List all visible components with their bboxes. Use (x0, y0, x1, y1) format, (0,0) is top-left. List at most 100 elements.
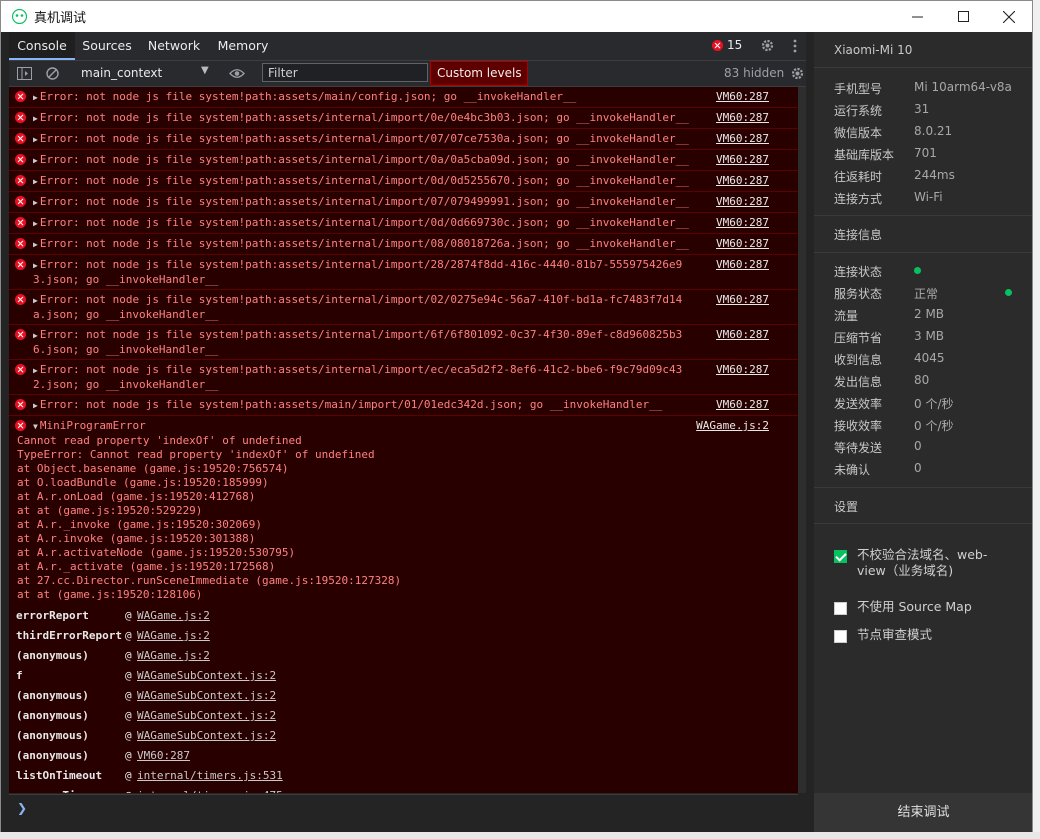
tab-console[interactable]: Console (9, 32, 75, 60)
tab-sources[interactable]: Sources (75, 32, 139, 60)
expand-triangle-icon[interactable]: ▶ (33, 93, 38, 102)
error-icon (15, 364, 26, 375)
error-source-link[interactable]: VM60:287 (716, 363, 769, 377)
expand-triangle-icon[interactable]: ▶ (33, 135, 38, 144)
error-row[interactable]: ▶ Error: not node js file system!path:ass… (9, 325, 798, 360)
error-source-link[interactable]: VM60:287 (716, 398, 769, 412)
console-output: ▶ Error: not node js file system!path:ass… (9, 87, 798, 793)
call-stack-link[interactable]: internal/timers.js:475 (137, 786, 283, 793)
error-source-link[interactable]: VM60:287 (716, 90, 769, 104)
call-stack-row: listOnTimeout @ internal/timers.js:531 (9, 766, 798, 786)
call-stack-row: f @ WAGameSubContext.js:2 (9, 666, 798, 686)
more-options-icon[interactable] (793, 39, 797, 53)
close-icon[interactable] (986, 1, 1032, 32)
console-prompt[interactable]: ❯ (9, 794, 798, 829)
error-message: ▶ Error: not node js file system!path:ass… (33, 328, 693, 357)
error-source-link[interactable]: VM60:287 (716, 258, 769, 272)
function-name: processTimers (16, 786, 102, 793)
console-scrollbar[interactable] (798, 87, 806, 793)
call-stack-link[interactable]: WAGameSubContext.js:2 (137, 706, 276, 726)
error-row[interactable]: ▶ Error: not node js file system!path:ass… (9, 360, 798, 395)
error-source-link[interactable]: VM60:287 (716, 132, 769, 146)
expand-triangle-icon[interactable]: ▶ (33, 156, 38, 165)
expand-triangle-icon[interactable]: ▶ (33, 114, 38, 123)
call-stack-row: processTimers @ internal/timers.js:475 (9, 786, 798, 793)
error-row[interactable]: ▶ Error: not node js file system!path:ass… (9, 192, 798, 213)
error-source-link[interactable]: WAGame.js:2 (696, 419, 769, 433)
error-row[interactable]: ▶ Error: not node js file system!path:ass… (9, 171, 798, 192)
call-stack-link[interactable]: WAGame.js:2 (137, 606, 210, 626)
error-row[interactable]: ▶ Error: not node js file system!path:ass… (9, 129, 798, 150)
error-count-badge[interactable]: 15 (712, 38, 742, 52)
stack-line: at A.r.onLoad (game.js:19520:412768) (17, 490, 256, 503)
stack-line: at 27.cc.Director.runSceneImmediate (gam… (17, 574, 402, 587)
call-stack-link[interactable]: WAGameSubContext.js:2 (137, 686, 276, 706)
service-status-dot (1005, 289, 1012, 296)
error-source-link[interactable]: VM60:287 (716, 195, 769, 209)
info-value: 0 (914, 461, 922, 475)
setting-checkbox[interactable] (834, 550, 847, 563)
error-row[interactable]: ▶ Error: not node js file system!path:ass… (9, 395, 798, 416)
error-row[interactable]: ▶ Error: not node js file system!path:ass… (9, 234, 798, 255)
call-stack-link[interactable]: WAGame.js:2 (137, 626, 210, 646)
call-stack-link[interactable]: VM60:287 (137, 746, 190, 766)
expand-triangle-icon[interactable]: ▶ (33, 198, 38, 207)
setting-label[interactable]: 不使用 Source Map (857, 599, 1007, 615)
console-settings-gear-icon[interactable] (790, 66, 805, 81)
error-row[interactable]: ▶ Error: not node js file system!path:ass… (9, 87, 798, 108)
error-message: ▶ Error: not node js file system!path:ass… (33, 398, 693, 413)
error-row[interactable]: ▶ Error: not node js file system!path:ass… (9, 290, 798, 325)
expand-triangle-icon[interactable]: ▶ (33, 219, 38, 228)
eye-icon[interactable] (229, 68, 245, 79)
info-row: 运行系统 31 (834, 102, 1024, 120)
error-source-link[interactable]: VM60:287 (716, 237, 769, 251)
call-stack-link[interactable]: WAGameSubContext.js:2 (137, 666, 276, 686)
setting-label[interactable]: 节点审查模式 (857, 627, 1007, 643)
expand-triangle-icon[interactable]: ▶ (33, 261, 38, 270)
error-row[interactable]: ▶ Error: not node js file system!path:ass… (9, 150, 798, 171)
error-source-link[interactable]: VM60:287 (716, 216, 769, 230)
error-source-link[interactable]: VM60:287 (716, 153, 769, 167)
error-count: 15 (727, 38, 743, 52)
minimize-icon[interactable] (894, 1, 940, 32)
error-source-link[interactable]: VM60:287 (716, 293, 769, 307)
stack-line: at A.r._invoke (game.js:19520:302069) (17, 518, 263, 531)
call-stack-link[interactable]: WAGame.js:2 (137, 646, 210, 666)
error-row[interactable]: ▶ Error: not node js file system!path:ass… (9, 108, 798, 129)
context-selector[interactable]: main_context (81, 66, 162, 80)
info-value: 8.0.21 (914, 124, 953, 138)
error-row[interactable]: ▶ Error: not node js file system!path:ass… (9, 213, 798, 234)
expand-triangle-icon[interactable]: ▶ (33, 401, 38, 410)
expand-triangle-icon[interactable]: ▶ (33, 177, 38, 186)
log-levels-dropdown[interactable]: Custom levels ▼ (430, 61, 528, 103)
call-stack-link[interactable]: WAGameSubContext.js:2 (137, 726, 276, 746)
collapse-triangle-icon[interactable]: ▼ (33, 422, 38, 431)
info-value: 3 MB (914, 329, 945, 343)
tab-network[interactable]: Network (139, 32, 209, 60)
settings-gear-icon[interactable] (760, 38, 775, 53)
call-stack-link[interactable]: internal/timers.js:531 (137, 766, 283, 786)
maximize-icon[interactable] (940, 1, 986, 32)
info-key: 连接方式 (834, 192, 883, 206)
chevron-down-icon[interactable]: ▼ (201, 65, 209, 76)
setting-label[interactable]: 不校验合法域名、web-view（业务域名) (857, 547, 1007, 579)
at-symbol: @ (125, 689, 132, 702)
setting-checkbox[interactable] (834, 602, 847, 615)
error-source-link[interactable]: VM60:287 (716, 111, 769, 125)
error-message: ▶ Error: not node js file system!path:ass… (33, 216, 693, 231)
expand-triangle-icon[interactable]: ▶ (33, 331, 38, 340)
expand-triangle-icon[interactable]: ▶ (33, 240, 38, 249)
call-stack-row: (anonymous) @ WAGameSubContext.js:2 (9, 726, 798, 746)
tab-memory[interactable]: Memory (209, 32, 277, 60)
clear-console-icon[interactable] (46, 67, 59, 80)
stack-line: at Object.basename (game.js:19520:756574… (17, 462, 289, 475)
expand-triangle-icon[interactable]: ▶ (33, 296, 38, 305)
expand-triangle-icon[interactable]: ▶ (33, 366, 38, 375)
error-source-link[interactable]: VM60:287 (716, 174, 769, 188)
sidebar-toggle-icon[interactable] (17, 67, 32, 80)
filter-input[interactable] (262, 63, 428, 82)
error-icon (15, 133, 26, 144)
error-source-link[interactable]: VM60:287 (716, 328, 769, 342)
error-row[interactable]: ▶ Error: not node js file system!path:ass… (9, 255, 798, 290)
setting-checkbox[interactable] (834, 630, 847, 643)
